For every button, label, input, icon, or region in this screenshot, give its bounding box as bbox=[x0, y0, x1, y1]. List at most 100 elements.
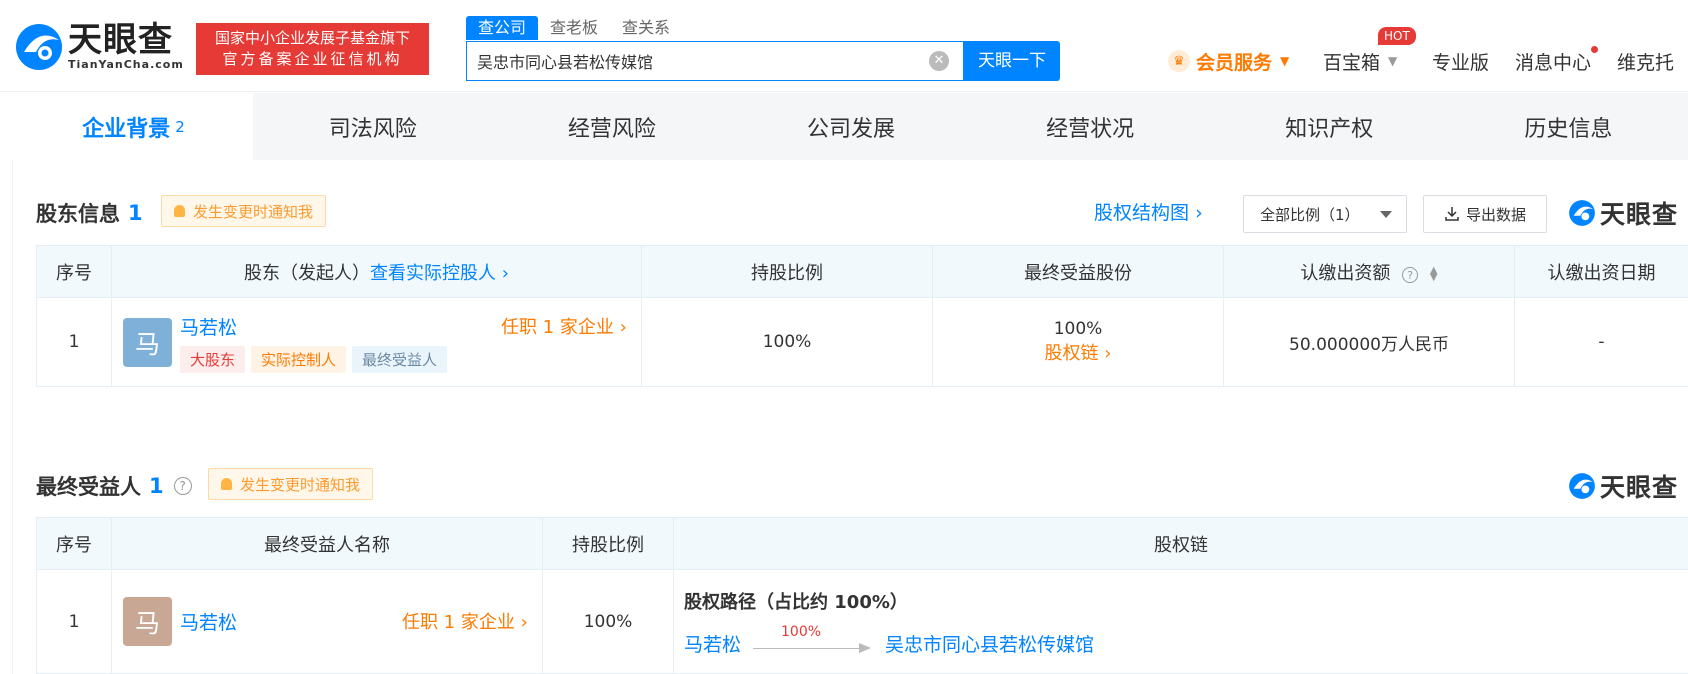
bell-icon bbox=[221, 478, 232, 490]
download-icon bbox=[1445, 207, 1459, 221]
search-tab-company[interactable]: 查公司 bbox=[466, 16, 539, 40]
beneficiary-name-link[interactable]: 马若松 bbox=[180, 608, 237, 635]
arrow-line bbox=[753, 648, 862, 649]
avatar[interactable]: 马 bbox=[123, 318, 172, 367]
tianyancha-logo-icon bbox=[16, 24, 62, 70]
equity-structure-label: 股权结构图 bbox=[1094, 202, 1190, 224]
view-controller-link[interactable]: 查看实际控股人 › bbox=[370, 263, 509, 284]
col-benefit: 最终受益股份 bbox=[932, 245, 1224, 298]
col-date: 认缴出资日期 bbox=[1514, 245, 1688, 298]
tab-operation-risk[interactable]: 经营风险 bbox=[492, 93, 731, 160]
top-header: 天眼查 TianYanCha.com 国家中小企业发展子基金旗下 官方备案企业征… bbox=[0, 0, 1688, 92]
col-seq: 序号 bbox=[36, 245, 112, 298]
equity-chain-link[interactable]: 股权链 › bbox=[933, 339, 1223, 365]
cell-chain: 股权路径（占比约 100%） 马若松 100% 吴忠市同心县若松传媒馆 bbox=[673, 569, 1688, 674]
col-holder-label: 股东（发起人） bbox=[244, 262, 371, 284]
job-count-label: 任职 1 家企业 bbox=[402, 612, 515, 633]
col-capital-label: 认缴出资额 bbox=[1300, 262, 1391, 284]
tab-business-status[interactable]: 经营状况 bbox=[971, 93, 1210, 160]
job-count-link[interactable]: 任职 1 家企业 › bbox=[402, 608, 528, 634]
clear-icon[interactable]: ✕ bbox=[929, 51, 949, 71]
table-header-row: 序号 股东（发起人）查看实际控股人 › 持股比例 最终受益股份 认缴出资额 ? … bbox=[36, 245, 1688, 298]
notify-label: 发生变更时通知我 bbox=[240, 475, 361, 494]
equity-path-title: 股权路径（占比约 100%） bbox=[684, 592, 908, 613]
vip-label: 会员服务 bbox=[1196, 51, 1273, 74]
section-title-text: 最终受益人 bbox=[36, 475, 141, 499]
tianyancha-logo-icon bbox=[1569, 473, 1595, 499]
pro-version-link[interactable]: 专业版 bbox=[1432, 44, 1489, 78]
view-controller-label: 查看实际控股人 bbox=[370, 262, 497, 284]
cell-benefit: 100% 股权链 › bbox=[932, 297, 1224, 387]
tab-history[interactable]: 历史信息 bbox=[1449, 93, 1688, 160]
export-label: 导出数据 bbox=[1465, 205, 1526, 224]
notify-change-button[interactable]: 发生变更时通知我 bbox=[161, 195, 327, 227]
logo-english-name: TianYanCha.com bbox=[68, 58, 184, 71]
section-title-text: 股东信息 bbox=[36, 202, 120, 226]
col-name: 最终受益人名称 bbox=[111, 517, 543, 570]
ratio-filter-select[interactable]: 全部比例（1） bbox=[1243, 195, 1407, 233]
search-tab-boss[interactable]: 查老板 bbox=[538, 16, 610, 40]
section-count: 1 bbox=[128, 201, 143, 225]
col-holder: 股东（发起人）查看实际控股人 › bbox=[111, 245, 642, 298]
chevron-right-icon: › bbox=[1195, 202, 1203, 224]
table-row: 1 马 马若松 任职 1 家企业 › 100% 股权路径（占比约 100%） 马… bbox=[36, 569, 1688, 674]
col-chain: 股权链 bbox=[673, 517, 1688, 570]
cell-seq: 1 bbox=[36, 297, 112, 387]
watermark-text: 天眼查 bbox=[1600, 200, 1679, 229]
sort-icon[interactable]: ▲ ▼ bbox=[1430, 265, 1438, 282]
section-count: 1 bbox=[149, 474, 164, 498]
job-count-link[interactable]: 任职 1 家企业 › bbox=[501, 313, 627, 339]
tag-ultimate-beneficiary: 最终受益人 bbox=[352, 346, 448, 373]
chevron-down-icon: ▼ bbox=[1388, 54, 1398, 68]
notify-label: 发生变更时通知我 bbox=[193, 202, 314, 221]
shareholders-table: 序号 股东（发起人）查看实际控股人 › 持股比例 最终受益股份 认缴出资额 ? … bbox=[36, 245, 1688, 387]
vip-service-menu[interactable]: ♛ 会员服务 ▼ bbox=[1168, 44, 1289, 78]
path-from-link[interactable]: 马若松 bbox=[684, 630, 741, 657]
search-tab-relation[interactable]: 查关系 bbox=[610, 16, 682, 40]
toolbox-menu[interactable]: 百宝箱 ▼ bbox=[1323, 44, 1397, 78]
col-ratio: 持股比例 bbox=[641, 245, 933, 298]
message-center-link[interactable]: 消息中心 bbox=[1515, 44, 1591, 78]
crown-icon: ♛ bbox=[1168, 50, 1190, 72]
avatar[interactable]: 马 bbox=[123, 597, 172, 646]
watermark-text: 天眼查 bbox=[1600, 473, 1679, 502]
col-capital[interactable]: 认缴出资额 ? ▲ ▼ bbox=[1223, 245, 1515, 298]
logo-chinese-name: 天眼查 bbox=[68, 20, 173, 60]
tab-intellectual-property[interactable]: 知识产权 bbox=[1210, 93, 1449, 160]
col-seq: 序号 bbox=[36, 517, 112, 570]
tab-company-development[interactable]: 公司发展 bbox=[731, 93, 970, 160]
cell-ratio: 100% bbox=[542, 569, 674, 674]
export-data-button[interactable]: 导出数据 bbox=[1423, 195, 1547, 233]
site-logo[interactable]: 天眼查 TianYanCha.com bbox=[14, 20, 184, 74]
help-icon[interactable]: ? bbox=[1402, 267, 1419, 283]
tab-judicial-risk[interactable]: 司法风险 bbox=[253, 93, 492, 160]
promo-line-2: 官方备案企业征信机构 bbox=[222, 50, 403, 68]
notify-change-button[interactable]: 发生变更时通知我 bbox=[208, 468, 374, 500]
user-menu[interactable]: 维克托 bbox=[1617, 44, 1674, 78]
table-row: 1 马 马若松 任职 1 家企业 › 大股东 实际控制人 最终受益人 100% … bbox=[36, 297, 1688, 387]
tab-label: 司法风险 bbox=[328, 116, 417, 142]
arrow-head bbox=[859, 643, 872, 653]
ratio-filter-value: 全部比例（1） bbox=[1260, 205, 1360, 224]
search-button[interactable]: 天眼一下 bbox=[964, 41, 1060, 81]
bell-icon bbox=[174, 205, 185, 217]
tab-label: 公司发展 bbox=[806, 116, 895, 142]
tianyancha-logo-icon bbox=[1569, 200, 1595, 226]
tab-company-background[interactable]: 企业背景 2 bbox=[14, 93, 254, 160]
equity-structure-link[interactable]: 股权结构图 › bbox=[1094, 198, 1203, 225]
tianyancha-watermark: 天眼查 bbox=[1568, 468, 1678, 504]
content-border bbox=[12, 160, 13, 674]
search-input[interactable] bbox=[477, 42, 917, 80]
tab-label: 经营风险 bbox=[567, 116, 656, 142]
tab-label: 经营状况 bbox=[1046, 116, 1135, 142]
tab-label: 企业背景 bbox=[82, 116, 171, 142]
role-tags: 大股东 实际控制人 最终受益人 bbox=[180, 346, 448, 373]
shareholder-name-link[interactable]: 马若松 bbox=[180, 313, 237, 340]
help-icon[interactable]: ? bbox=[173, 477, 192, 495]
cell-date: - bbox=[1514, 297, 1688, 387]
promo-banner[interactable]: 国家中小企业发展子基金旗下 官方备案企业征信机构 bbox=[196, 23, 429, 75]
tianyancha-watermark: 天眼查 bbox=[1568, 195, 1678, 231]
tag-major-shareholder: 大股东 bbox=[180, 346, 246, 373]
path-to-link[interactable]: 吴忠市同心县若松传媒馆 bbox=[885, 630, 1094, 657]
benefit-value: 100% bbox=[1053, 319, 1103, 339]
